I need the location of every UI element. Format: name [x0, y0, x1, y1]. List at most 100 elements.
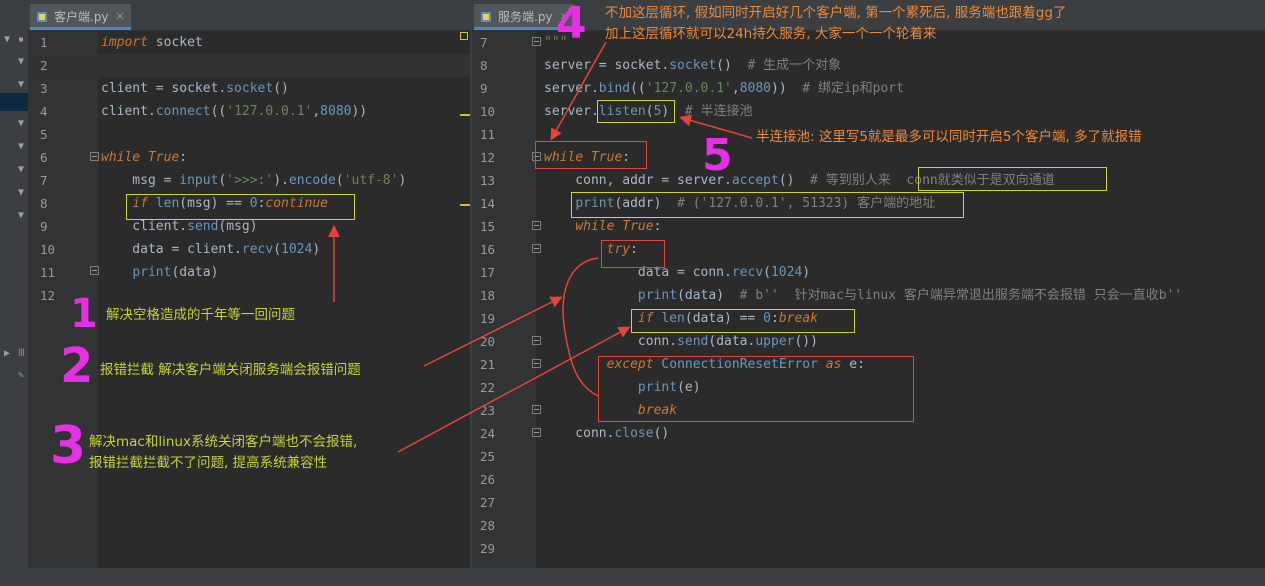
fold-marker-icon[interactable]	[532, 221, 541, 230]
tree-arrow-icon[interactable]: ▼	[18, 79, 24, 90]
warning-stripe-marker[interactable]	[460, 204, 470, 206]
annotation-number-3: 3	[50, 416, 87, 476]
line-number[interactable]: 8	[40, 192, 48, 215]
line-number[interactable]: 22	[480, 376, 495, 399]
file-icon: ▪	[18, 34, 25, 45]
line-number[interactable]: 23	[480, 399, 495, 422]
scratches-icon: ✎	[18, 370, 25, 381]
line-number[interactable]: 27	[480, 491, 495, 514]
annotation-4-line-1: 不加这层循环, 假如同时开启好几个客户端, 第一个累死后, 服务端也跟着gg了	[605, 5, 1067, 21]
tree-arrow-icon[interactable]: ▼	[18, 118, 24, 129]
line-number[interactable]: 25	[480, 445, 495, 468]
library-icon: Ⅲ	[18, 348, 25, 359]
line-number[interactable]: 15	[480, 215, 495, 238]
highlight-box-outer-while	[535, 141, 647, 169]
tree-arrow-icon[interactable]: ▼	[18, 56, 24, 67]
line-number[interactable]: 7	[480, 31, 488, 54]
line-number[interactable]: 12	[480, 146, 495, 169]
tab-label: 服务端.py	[498, 10, 553, 24]
fold-marker-icon[interactable]	[90, 266, 99, 275]
fold-marker-icon[interactable]	[532, 37, 541, 46]
project-tool-strip: ▼ ▪ ▼ ▼ ▼ ▼ ▼ ▼ ▼ ▶ Ⅲ ✎	[0, 0, 28, 586]
line-number[interactable]: 19	[480, 307, 495, 330]
code-line[interactable]: data = client.recv(1024)	[101, 238, 320, 261]
tab-label: 客户端.py	[54, 10, 109, 24]
highlight-box-except	[598, 356, 914, 422]
line-number[interactable]: 9	[480, 77, 488, 100]
line-number[interactable]: 3	[40, 77, 48, 100]
collapse-arrow-icon[interactable]: ▼	[4, 34, 10, 45]
line-number[interactable]: 12	[40, 284, 55, 307]
tree-arrow-icon[interactable]: ▼	[18, 141, 24, 152]
fold-marker-icon[interactable]	[90, 152, 99, 161]
line-number[interactable]: 5	[40, 123, 48, 146]
annotation-number-4: 4	[556, 0, 587, 49]
code-line[interactable]: print(data)	[101, 261, 218, 284]
line-number[interactable]: 10	[40, 238, 55, 261]
status-bar-left	[28, 568, 470, 586]
highlight-box-listen	[597, 100, 675, 123]
highlight-box-conn-comment	[918, 167, 1107, 191]
code-line[interactable]: import socket	[101, 31, 203, 54]
inspection-status-icon[interactable]	[460, 32, 468, 40]
warning-stripe-marker[interactable]	[460, 114, 470, 116]
tab-client-py[interactable]: 客户端.py ✕	[30, 4, 131, 30]
annotation-5-text: 半连接池: 这里写5就是最多可以同时开启5个客户端, 多了就报错	[756, 129, 1142, 145]
line-number[interactable]: 20	[480, 330, 495, 353]
code-line[interactable]: msg = input('>>>:').encode('utf-8')	[101, 169, 406, 192]
code-line[interactable]: client = socket.socket()	[101, 77, 289, 100]
line-number[interactable]: 18	[480, 284, 495, 307]
line-number[interactable]: 13	[480, 169, 495, 192]
tab-bar: 客户端.py ✕	[28, 0, 470, 31]
line-number[interactable]: 28	[480, 514, 495, 537]
line-number[interactable]: 4	[40, 100, 48, 123]
editor-pane-server: 服务端.py ✕ 7 """ 8 server = socket.socket() #…	[472, 0, 1265, 586]
python-file-icon	[37, 12, 47, 22]
line-number[interactable]: 26	[480, 468, 495, 491]
code-line[interactable]: while True:	[101, 146, 187, 169]
line-number[interactable]: 10	[480, 100, 495, 123]
annotation-number-2: 2	[60, 338, 94, 394]
fold-marker-icon[interactable]	[532, 405, 541, 414]
line-number[interactable]: 24	[480, 422, 495, 445]
fold-marker-icon[interactable]	[532, 359, 541, 368]
line-number[interactable]: 17	[480, 261, 495, 284]
python-file-icon	[481, 12, 491, 22]
code-line[interactable]: print(data) # b'' 针对mac与linux 客户端异常退出服务端…	[544, 284, 1182, 307]
current-line-highlight	[28, 54, 470, 77]
highlight-box-break-check	[631, 309, 855, 333]
code-line[interactable]: while True:	[544, 215, 661, 238]
code-line[interactable]: server = socket.socket() # 生成一个对象	[544, 54, 841, 77]
code-line[interactable]: server.bind(('127.0.0.1',8080)) # 绑定ip和p…	[544, 77, 904, 100]
line-number[interactable]: 6	[40, 146, 48, 169]
highlight-box-client-continue	[126, 194, 355, 220]
highlight-box-print-addr	[571, 192, 964, 218]
annotation-1-text: 解决空格造成的千年等一回问题	[106, 307, 295, 323]
line-number[interactable]: 11	[480, 123, 495, 146]
code-line[interactable]: data = conn.recv(1024)	[544, 261, 810, 284]
tree-arrow-icon[interactable]: ▼	[18, 164, 24, 175]
line-number[interactable]: 9	[40, 215, 48, 238]
line-number[interactable]: 7	[40, 169, 48, 192]
line-number[interactable]: 29	[480, 537, 495, 560]
close-icon[interactable]: ✕	[115, 4, 124, 30]
line-number[interactable]: 8	[480, 54, 488, 77]
expand-arrow-icon[interactable]: ▶	[4, 348, 10, 359]
annotation-number-1: 1	[70, 291, 98, 337]
annotation-2-text: 报错拦截 解决客户端关闭服务端会报错问题	[100, 362, 361, 378]
line-number[interactable]: 1	[40, 31, 48, 54]
line-number[interactable]: 21	[480, 353, 495, 376]
fold-marker-icon[interactable]	[532, 244, 541, 253]
code-line[interactable]: conn.close()	[544, 422, 669, 445]
code-line[interactable]: client.connect(('127.0.0.1',8080))	[101, 100, 367, 123]
line-number[interactable]: 11	[40, 261, 55, 284]
code-line[interactable]: conn.send(data.upper())	[544, 330, 818, 353]
line-number[interactable]: 14	[480, 192, 495, 215]
tree-arrow-icon[interactable]: ▼	[18, 187, 24, 198]
line-number[interactable]: 2	[40, 54, 48, 77]
tree-arrow-icon[interactable]: ▼	[18, 210, 24, 221]
fold-marker-icon[interactable]	[532, 336, 541, 345]
fold-marker-icon[interactable]	[532, 428, 541, 437]
status-bar-right	[472, 568, 1265, 586]
line-number[interactable]: 16	[480, 238, 495, 261]
